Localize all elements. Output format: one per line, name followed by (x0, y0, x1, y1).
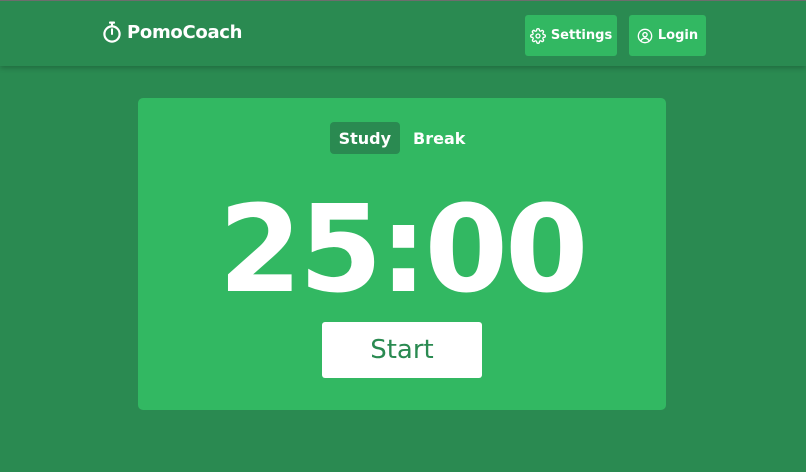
tab-break[interactable]: Break (404, 122, 474, 154)
tab-study[interactable]: Study (329, 122, 401, 154)
top-navbar: PomoCoach Settings Login (0, 0, 806, 66)
settings-label: Settings (550, 28, 613, 43)
settings-button[interactable]: Settings (525, 15, 617, 56)
stopwatch-icon (102, 21, 122, 43)
mode-tabs: Study Break (138, 122, 666, 154)
brand-logo[interactable]: PomoCoach (102, 21, 243, 43)
timer-display: 25:00 (218, 181, 589, 320)
start-button[interactable]: Start (322, 322, 482, 378)
login-button[interactable]: Login (629, 15, 706, 56)
user-circle-icon (637, 28, 653, 44)
login-label: Login (657, 28, 699, 43)
app-name: PomoCoach (127, 21, 243, 43)
timer-card: Study Break 25:00 Start (138, 98, 666, 410)
gear-icon (529, 27, 546, 44)
